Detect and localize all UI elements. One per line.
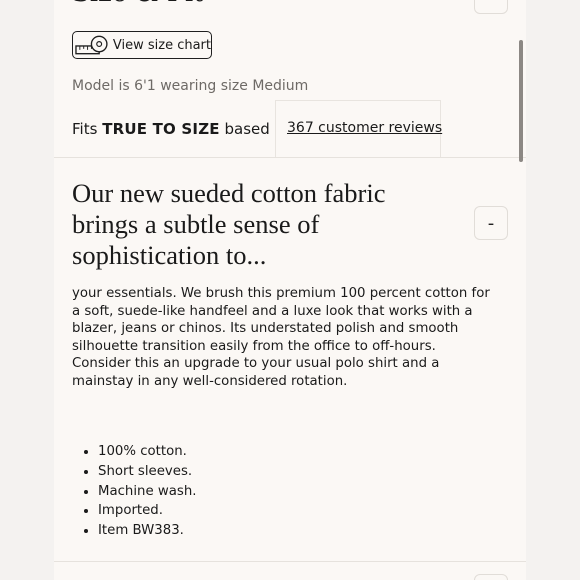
- description-body: your essentials. We brush this premium 1…: [72, 286, 490, 389]
- scrollbar-thumb[interactable]: [519, 40, 523, 162]
- model-size-note: Model is 6'1 wearing size Medium: [72, 78, 309, 94]
- fit-value: TRUE TO SIZE: [102, 120, 220, 138]
- list-item: Imported.: [98, 501, 197, 521]
- minus-icon: -: [487, 212, 495, 234]
- section-divider: [54, 157, 526, 158]
- description-collapse-button[interactable]: -: [474, 206, 508, 240]
- list-item: Item BW383.: [98, 521, 197, 541]
- measuring-tape-icon: [75, 35, 108, 55]
- list-item: Machine wash.: [98, 482, 197, 502]
- product-details-panel: Size & Fit View size chart Model is 6'1 …: [54, 0, 526, 580]
- customer-reviews-link[interactable]: 367 customer reviews: [287, 120, 442, 136]
- list-item: Short sleeves.: [98, 462, 197, 482]
- product-details-list: 100% cotton. Short sleeves. Machine wash…: [80, 442, 197, 541]
- fit-summary: Fits TRUE TO SIZE based on: [72, 120, 293, 138]
- view-size-chart-button[interactable]: View size chart: [72, 31, 212, 59]
- view-size-chart-label: View size chart: [112, 37, 211, 53]
- reviews-link-container: 367 customer reviews: [275, 100, 442, 157]
- next-section-toggle-button[interactable]: [474, 574, 508, 580]
- size-fit-toggle-button[interactable]: [474, 0, 508, 14]
- list-item: 100% cotton.: [98, 442, 197, 462]
- description-heading: Our new sueded cotton fabric brings a su…: [72, 178, 386, 270]
- fit-prefix: Fits: [72, 120, 98, 138]
- next-section-header: [54, 562, 526, 580]
- size-fit-title: Size & Fit: [72, 0, 204, 8]
